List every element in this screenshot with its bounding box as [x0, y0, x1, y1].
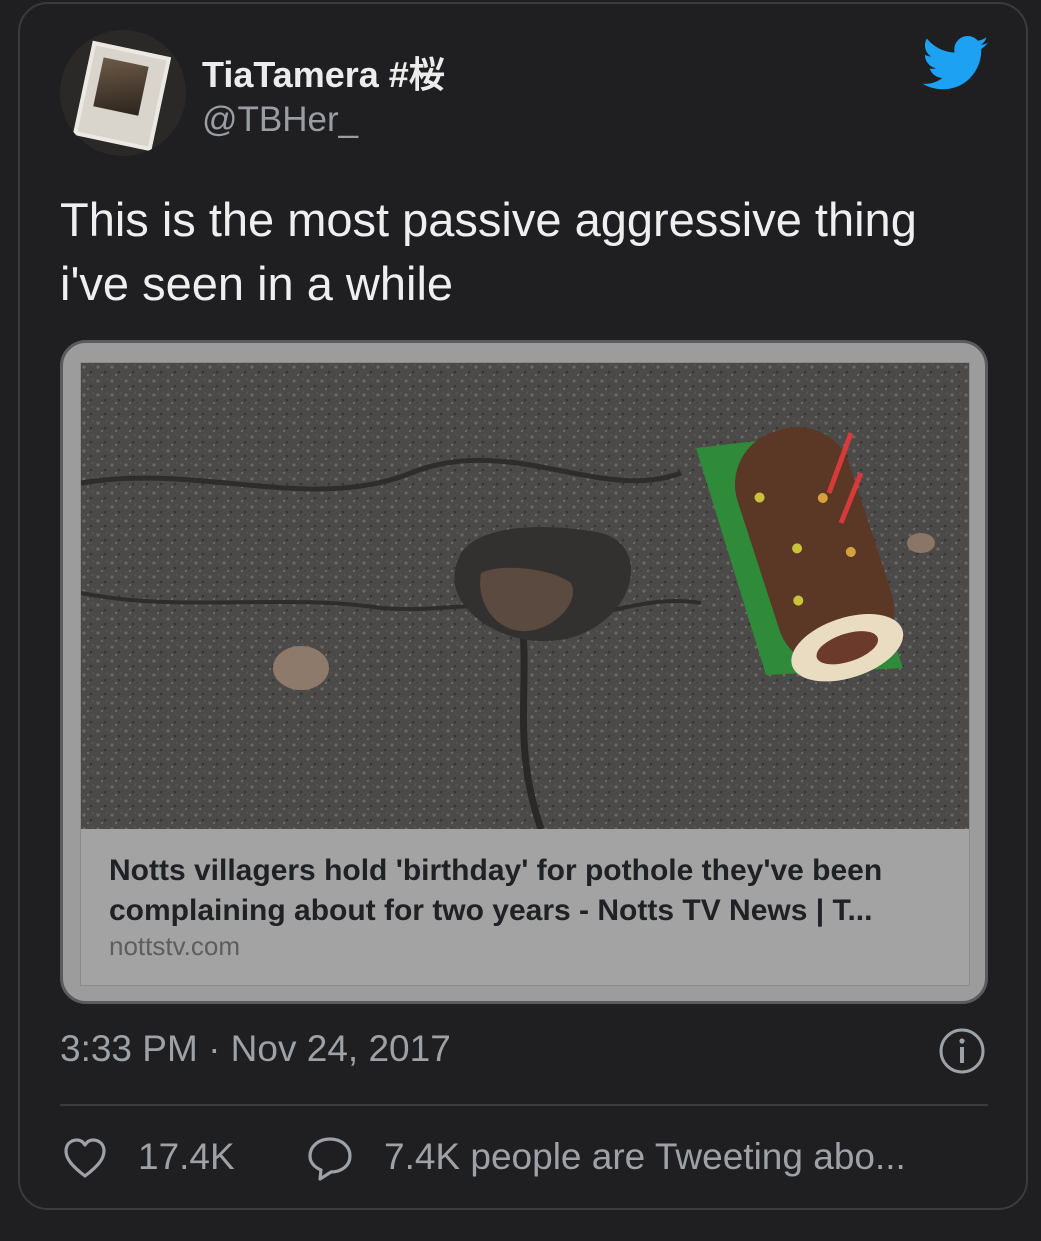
- author-name[interactable]: TiaTamera #桜: [202, 46, 445, 98]
- link-preview-domain: nottstv.com: [109, 931, 241, 961]
- author-handle[interactable]: @TBHer_: [202, 100, 358, 140]
- heart-icon[interactable]: [62, 1136, 108, 1180]
- tweet-text-line: i've seen in a while: [60, 257, 454, 310]
- divider: [60, 1104, 988, 1106]
- speech-bubble-icon[interactable]: [306, 1134, 354, 1182]
- info-icon[interactable]: [938, 1027, 986, 1075]
- like-count[interactable]: 17.4K: [138, 1136, 235, 1178]
- link-preview-title: Notts villagers hold 'birthday' for poth…: [109, 851, 949, 931]
- avatar[interactable]: [60, 30, 186, 156]
- tweet-text: This is the most passive aggressive thin…: [60, 188, 1000, 316]
- link-title-line: complaining about for two years - Notts …: [109, 894, 873, 927]
- link-preview-card[interactable]: Notts villagers hold 'birthday' for poth…: [60, 340, 988, 1004]
- twitter-bird-icon[interactable]: [922, 36, 990, 92]
- tweet-text-line: This is the most passive aggressive thin…: [60, 193, 917, 246]
- tweet-timestamp[interactable]: 3:33 PM · Nov 24, 2017: [60, 1028, 451, 1070]
- link-preview-image: [81, 363, 969, 829]
- link-title-line: Notts villagers hold 'birthday' for poth…: [109, 854, 883, 887]
- link-preview-inner: Notts villagers hold 'birthday' for poth…: [81, 363, 969, 985]
- avatar-photo: [72, 40, 172, 152]
- tweeting-about-text[interactable]: 7.4K people are Tweeting abo...: [384, 1136, 906, 1178]
